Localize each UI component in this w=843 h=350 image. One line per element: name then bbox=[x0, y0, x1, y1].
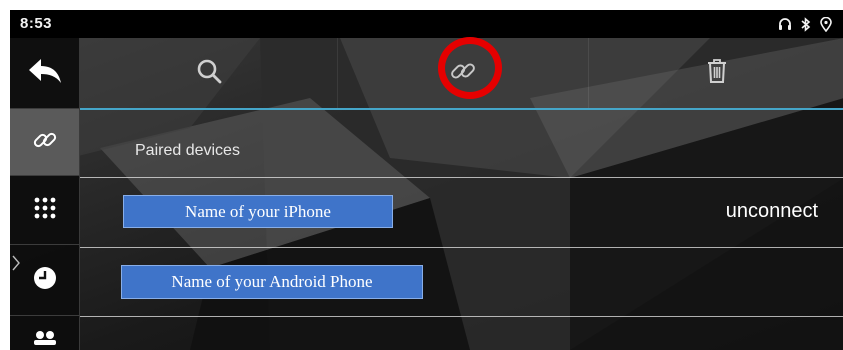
section-title: Paired devices bbox=[135, 142, 240, 159]
back-button[interactable] bbox=[10, 38, 79, 108]
chevron-right-icon bbox=[12, 255, 20, 276]
device-name-label: Name of your Android Phone bbox=[121, 265, 423, 299]
sidebar-item-contacts[interactable] bbox=[10, 316, 79, 350]
headphones-icon bbox=[778, 17, 792, 31]
link-icon bbox=[449, 57, 477, 90]
unconnect-button[interactable]: unconnect bbox=[726, 200, 818, 223]
sidebar-item-dialpad[interactable] bbox=[10, 176, 79, 244]
clock-icon bbox=[33, 266, 57, 295]
pair-link-button[interactable] bbox=[338, 38, 588, 108]
device-row[interactable]: Name of your Android Phone bbox=[80, 248, 843, 316]
toolbar bbox=[80, 38, 843, 108]
dialpad-icon bbox=[33, 197, 57, 224]
head-unit-screen: 8:53 Paired devices Name of your iPhone … bbox=[10, 10, 843, 350]
contacts-icon bbox=[32, 329, 58, 350]
device-row[interactable]: Name of your iPhone unconnect bbox=[80, 178, 843, 246]
location-icon bbox=[820, 16, 832, 32]
search-button[interactable] bbox=[80, 38, 337, 108]
status-time: 8:53 bbox=[20, 15, 53, 32]
back-icon bbox=[27, 57, 63, 90]
status-bar: 8:53 bbox=[10, 10, 843, 38]
bluetooth-icon bbox=[800, 16, 812, 32]
sidebar bbox=[10, 38, 80, 350]
link-icon bbox=[32, 127, 58, 158]
toolbar-accent-line bbox=[80, 108, 843, 110]
sidebar-item-pairing[interactable] bbox=[10, 109, 79, 175]
sidebar-item-recents[interactable] bbox=[10, 245, 79, 315]
device-name-label: Name of your iPhone bbox=[123, 195, 393, 228]
search-icon bbox=[196, 58, 222, 89]
delete-button[interactable] bbox=[589, 38, 843, 108]
status-icons bbox=[778, 14, 832, 34]
row-divider bbox=[80, 316, 843, 317]
trash-icon bbox=[706, 58, 728, 89]
